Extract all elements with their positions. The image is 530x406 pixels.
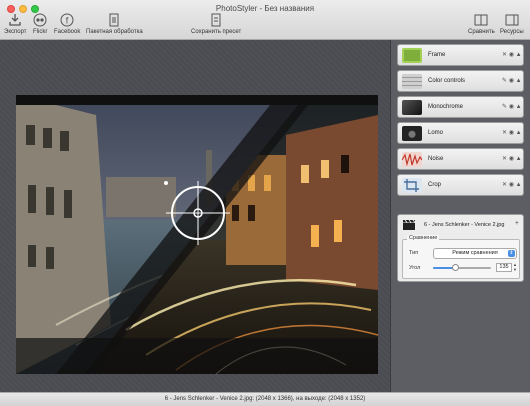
- canvas-workspace: [0, 40, 390, 392]
- frame-thumbnail-icon: [402, 48, 422, 63]
- effect-color-controls[interactable]: Color controls ✎ ◉ ▲: [397, 70, 524, 92]
- photo-preview[interactable]: [16, 95, 378, 374]
- source-image-panel: 6 - Jens Schlenker - Venice 2.jpg + Срав…: [397, 214, 524, 282]
- facebook-icon: f: [60, 13, 74, 27]
- venice-photo: [16, 95, 378, 374]
- resources-button[interactable]: Ресурсы: [500, 13, 524, 35]
- monochrome-thumbnail-icon: [402, 100, 422, 115]
- effect-actions[interactable]: ✎ ◉ ▲: [502, 77, 522, 84]
- angle-value-field[interactable]: 135: [496, 263, 512, 272]
- angle-label: Угол: [409, 265, 421, 271]
- compare-button[interactable]: Сравнить: [468, 13, 495, 35]
- effect-monochrome[interactable]: Monochrome ✎ ◉ ▲: [397, 96, 524, 118]
- export-icon: [9, 14, 21, 26]
- add-effect-button[interactable]: +: [515, 220, 519, 227]
- status-text: 6 - Jens Schlenker - Venice 2.jpg: (2048…: [164, 396, 366, 402]
- compare-type-select[interactable]: Режим сравнения ⇕: [433, 248, 517, 259]
- noise-thumbnail-icon: [401, 152, 423, 167]
- effects-sidebar: Frame ✕ ◉ ▲ Color controls ✎ ◉ ▲ Monochr…: [390, 40, 530, 392]
- effect-frame[interactable]: Frame ✕ ◉ ▲: [397, 44, 524, 66]
- angle-slider[interactable]: [433, 264, 491, 271]
- effect-lomo[interactable]: Lomo ✕ ◉ ▲: [397, 122, 524, 144]
- select-arrows-icon: ⇕: [508, 250, 515, 257]
- window-title: PhotoStyler - Без названия: [215, 4, 315, 13]
- effect-actions[interactable]: ✎ ◉ ▲: [502, 103, 522, 110]
- save-preset-icon: [211, 13, 221, 27]
- resources-icon: [505, 14, 519, 26]
- save-preset-button[interactable]: Сохранить пресет: [191, 13, 241, 35]
- batch-icon: [109, 13, 119, 27]
- status-bar: 6 - Jens Schlenker - Venice 2.jpg: (2048…: [0, 392, 530, 406]
- batch-processing-button[interactable]: Пакетная обработка: [86, 13, 143, 35]
- flickr-icon: [33, 13, 47, 27]
- svg-text:f: f: [66, 16, 69, 26]
- effect-actions[interactable]: ✕ ◉ ▲: [502, 129, 522, 136]
- clapperboard-icon: [403, 219, 416, 230]
- source-file-name: 6 - Jens Schlenker - Venice 2.jpg: [424, 222, 505, 228]
- type-label: Тип: [409, 250, 419, 256]
- export-button[interactable]: Экспорт: [4, 13, 27, 35]
- lomo-camera-thumbnail-icon: [402, 126, 422, 141]
- angle-stepper[interactable]: ▲ ▼: [513, 262, 518, 272]
- crop-thumbnail-icon: [402, 178, 422, 193]
- facebook-button[interactable]: f Facebook: [54, 13, 80, 35]
- effect-actions[interactable]: ✕ ◉ ▲: [502, 181, 522, 188]
- compare-icon: [474, 14, 488, 26]
- title-bar: PhotoStyler - Без названия Экспорт Flick…: [0, 0, 530, 40]
- flickr-button[interactable]: Flickr: [33, 13, 47, 35]
- effect-actions[interactable]: ✕ ◉ ▲: [502, 51, 522, 58]
- effect-actions[interactable]: ✕ ◉ ▲: [502, 155, 522, 162]
- compare-settings-group: Сравнение Тип Режим сравнения ⇕ Угол 135…: [402, 235, 520, 279]
- effect-crop[interactable]: Crop ✕ ◉ ▲: [397, 174, 524, 196]
- angle-slider-knob[interactable]: [451, 264, 459, 271]
- compare-group-title: Сравнение: [407, 235, 440, 241]
- effect-noise[interactable]: Noise ✕ ◉ ▲: [397, 148, 524, 170]
- color-controls-thumbnail-icon: [402, 74, 422, 89]
